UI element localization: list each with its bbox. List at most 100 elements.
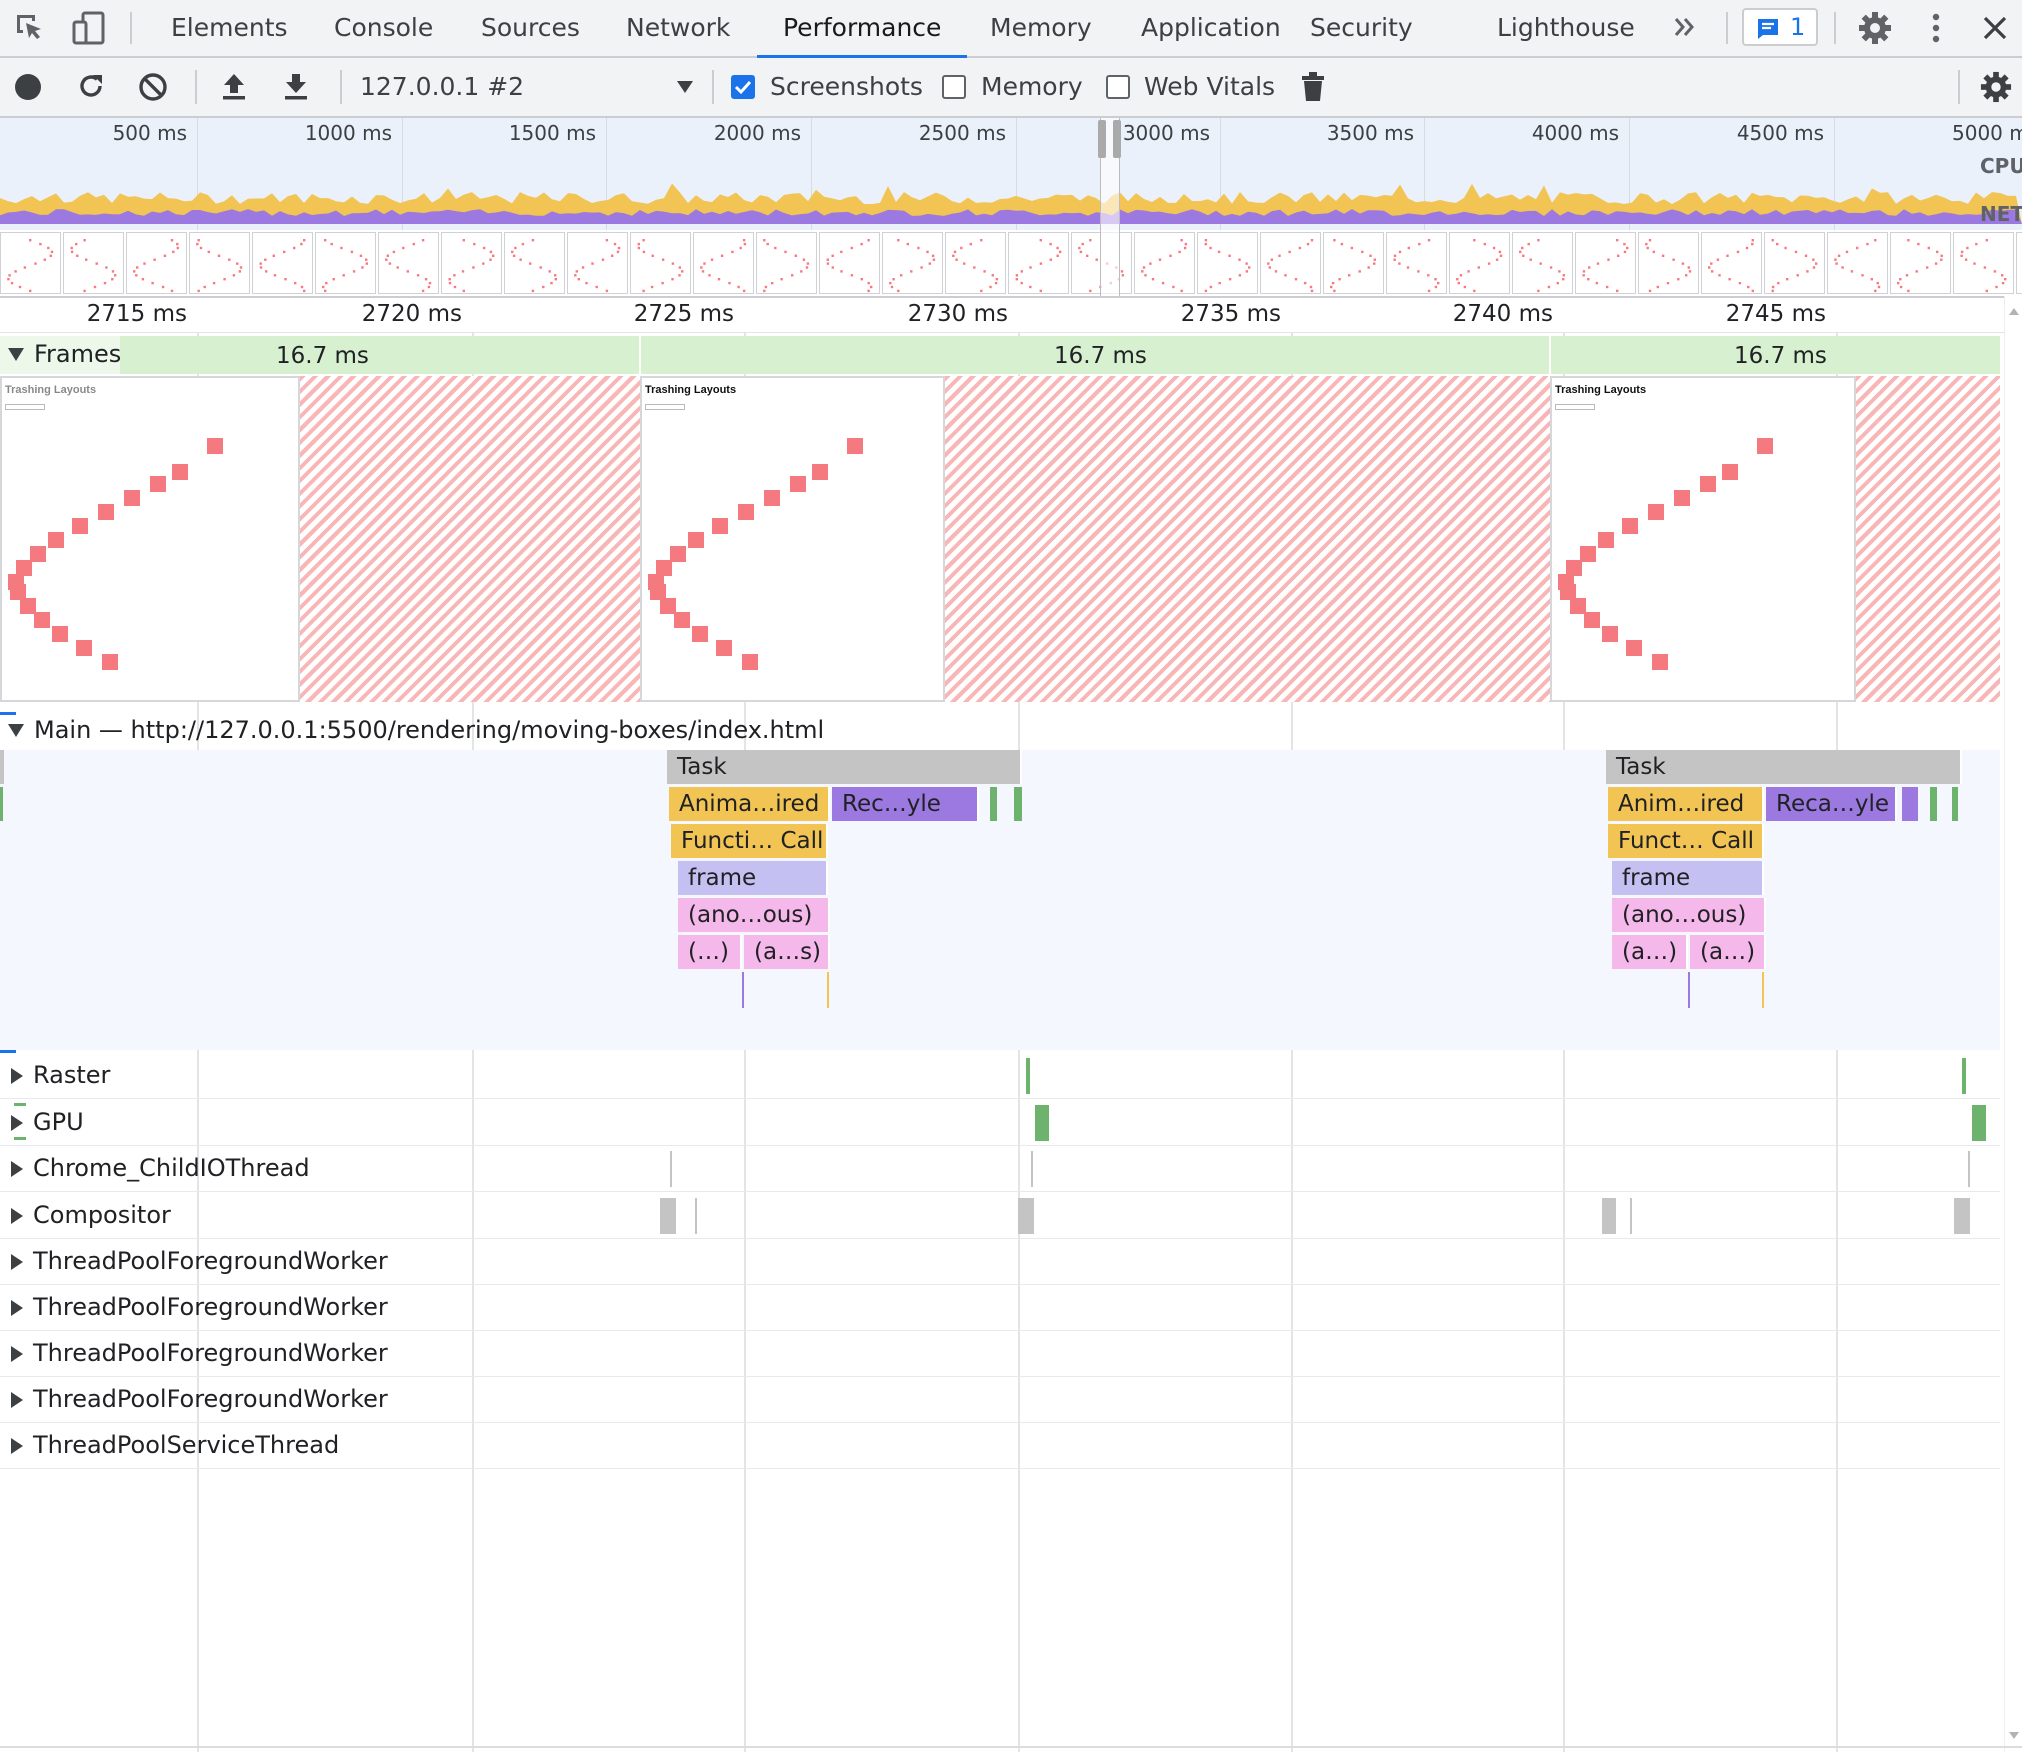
inspect-element-icon[interactable] [14, 12, 46, 44]
reload-icon[interactable] [76, 71, 106, 101]
frame-screenshot[interactable]: Trashing Layouts [0, 376, 300, 702]
filmstrip-thumbnail[interactable] [315, 232, 376, 294]
filmstrip-thumbnail[interactable] [0, 232, 61, 294]
filmstrip-thumbnail[interactable] [2016, 232, 2022, 294]
tab-security[interactable]: Security [1310, 0, 1413, 56]
filmstrip-thumbnail[interactable] [126, 232, 187, 294]
filmstrip-thumbnail[interactable] [1890, 232, 1951, 294]
capture-settings-gear-icon[interactable] [1980, 71, 2012, 103]
anonymous-child[interactable]: (a…s) [744, 935, 830, 969]
dropped-frame[interactable] [945, 376, 1550, 702]
clear-icon[interactable] [138, 72, 168, 102]
frame-function[interactable]: frame [1612, 861, 1764, 895]
chevrons-right-icon[interactable] [1672, 14, 1698, 40]
animation-frame-fired[interactable]: Anim…ired [1608, 787, 1764, 821]
filmstrip-thumbnail[interactable] [819, 232, 880, 294]
expand-icon[interactable] [11, 1300, 23, 1316]
trash-icon[interactable] [1300, 72, 1326, 102]
expand-icon[interactable] [11, 1392, 23, 1408]
tab-performance[interactable]: Performance [756, 0, 968, 58]
thread-track-compositor[interactable]: Compositor [0, 1192, 2000, 1239]
upload-icon[interactable] [220, 71, 248, 101]
expand-icon[interactable] [11, 1438, 23, 1454]
tab-memory[interactable]: Memory [990, 0, 1092, 56]
tab-elements[interactable]: Elements [171, 0, 288, 56]
thread-track-raster[interactable]: Raster [0, 1052, 2000, 1099]
expand-icon[interactable] [11, 1254, 23, 1270]
scroll-down-arrow-icon[interactable] [2009, 1732, 2019, 1739]
function-call[interactable]: Functi… Call [671, 824, 828, 858]
tab-network[interactable]: Network [626, 0, 730, 56]
filmstrip-thumbnail[interactable] [63, 232, 124, 294]
filmstrip-thumbnail[interactable] [378, 232, 439, 294]
filmstrip-thumbnail[interactable] [1638, 232, 1699, 294]
filmstrip-thumbnail[interactable] [1008, 232, 1069, 294]
task-block[interactable]: Task [667, 750, 1022, 784]
memory-label[interactable]: Memory [981, 58, 1083, 116]
thread-track-gpu[interactable]: GPU [0, 1099, 2000, 1146]
profile-select[interactable]: 127.0.0.1 #2 [350, 58, 702, 116]
filmstrip-thumbnail[interactable] [1764, 232, 1825, 294]
thread-track-threadpool-3[interactable]: ThreadPoolForegroundWorker [0, 1330, 2000, 1377]
selection-handle-right[interactable] [1113, 120, 1121, 158]
painting-sliver[interactable] [1014, 787, 1022, 821]
filmstrip-thumbnail[interactable] [189, 232, 250, 294]
frames-track-header[interactable]: Frames 16.7 ms 16.7 ms 16.7 ms [0, 336, 2000, 374]
gpu-event[interactable] [1972, 1105, 1986, 1141]
issues-button[interactable]: 1 [1742, 8, 1818, 46]
filmstrip-thumbnail[interactable] [756, 232, 817, 294]
filmstrip-thumbnail[interactable] [1701, 232, 1762, 294]
expand-icon[interactable] [11, 1161, 23, 1177]
filmstrip-thumbnail[interactable] [1827, 232, 1888, 294]
thread-track-threadpool-service[interactable]: ThreadPoolServiceThread [0, 1422, 2000, 1469]
frame-function[interactable]: frame [678, 861, 828, 895]
dropped-frame[interactable] [300, 376, 640, 702]
thread-track-threadpool-1[interactable]: ThreadPoolForegroundWorker [0, 1238, 2000, 1285]
tab-application[interactable]: Application [1141, 0, 1281, 56]
frames-collapse-icon[interactable] [8, 348, 24, 361]
filmstrip-thumbnail[interactable] [1512, 232, 1573, 294]
more-options-icon[interactable] [1926, 12, 1946, 44]
tab-sources[interactable]: Sources [481, 0, 580, 56]
frame-screenshot[interactable]: Trashing Layouts [1550, 376, 1856, 702]
filmstrip-thumbnail[interactable] [945, 232, 1006, 294]
filmstrip-thumbnail[interactable] [1134, 232, 1195, 294]
filmstrip-thumbnail[interactable] [630, 232, 691, 294]
raster-event[interactable] [1962, 1058, 1966, 1094]
filmstrip-thumbnail[interactable] [567, 232, 628, 294]
web-vitals-checkbox[interactable] [1106, 75, 1130, 99]
web-vitals-label[interactable]: Web Vitals [1144, 58, 1275, 116]
record-icon[interactable] [14, 73, 42, 101]
filmstrip-thumbnail[interactable] [882, 232, 943, 294]
filmstrip-thumbnail[interactable] [1449, 232, 1510, 294]
thread-track-threadpool-4[interactable]: ThreadPoolForegroundWorker [0, 1376, 2000, 1423]
vertical-scrollbar[interactable] [2004, 296, 2022, 1752]
tab-console[interactable]: Console [334, 0, 433, 56]
timeline-overview[interactable]: 500 ms 1000 ms 1500 ms 2000 ms 2500 ms 3… [0, 118, 2022, 298]
thread-track-chrome-childiothread[interactable]: Chrome_ChildIOThread [0, 1145, 2000, 1192]
filmstrip-thumbnail[interactable] [252, 232, 313, 294]
selection-handle-left[interactable] [1098, 120, 1106, 158]
screenshots-label[interactable]: Screenshots [770, 58, 923, 116]
frame-screenshot[interactable]: Trashing Layouts [640, 376, 945, 702]
close-icon[interactable] [1982, 15, 2008, 41]
screenshots-checkbox[interactable] [731, 75, 755, 99]
selection-window[interactable] [1098, 118, 1121, 296]
main-collapse-icon[interactable] [8, 724, 24, 737]
filmstrip-thumbnail[interactable] [1953, 232, 2014, 294]
anonymous-child[interactable]: (a…) [1612, 935, 1688, 969]
expand-icon[interactable] [11, 1068, 23, 1084]
rendering-sliver[interactable] [1902, 787, 1918, 821]
memory-checkbox[interactable] [942, 75, 966, 99]
expand-icon[interactable] [11, 1208, 23, 1224]
raster-event[interactable] [1026, 1058, 1030, 1094]
recalculate-style[interactable]: Rec…yle [832, 787, 979, 821]
filmstrip-thumbnail[interactable] [1197, 232, 1258, 294]
anonymous-child[interactable]: (…) [678, 935, 742, 969]
filmstrip-thumbnail[interactable] [1575, 232, 1636, 294]
recalculate-style[interactable]: Reca…yle [1766, 787, 1897, 821]
filmstrip-thumbnail[interactable] [1386, 232, 1447, 294]
filmstrip-thumbnail[interactable] [1323, 232, 1384, 294]
filmstrip-thumbnail[interactable] [504, 232, 565, 294]
anonymous-child[interactable]: (a…) [1690, 935, 1766, 969]
